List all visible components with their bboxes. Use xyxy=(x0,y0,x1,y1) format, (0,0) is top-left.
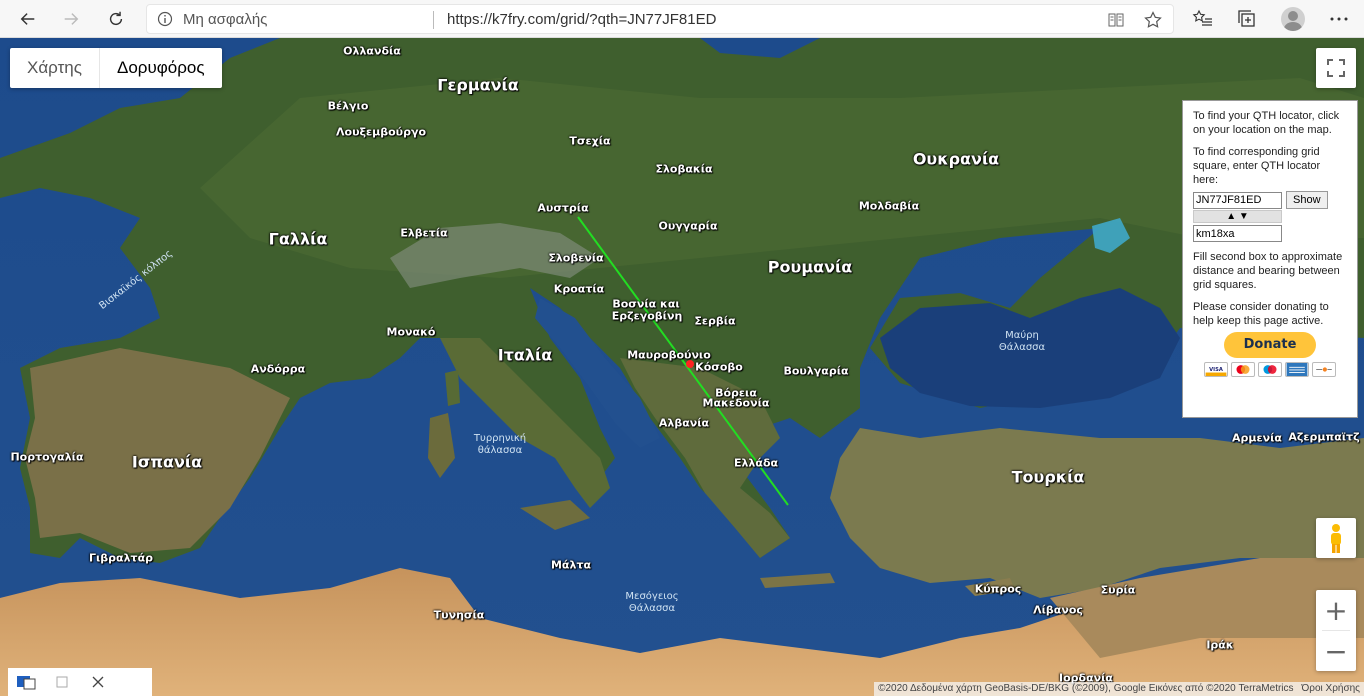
refresh-button[interactable] xyxy=(102,5,130,33)
locator-input-1[interactable] xyxy=(1193,191,1282,209)
map-type-control: Χάρτης Δορυφόρος xyxy=(10,48,222,88)
map-attribution: ©2020 Δεδομένα χάρτη GeoBasis-DE/BKG (©2… xyxy=(874,682,1364,696)
zoom-control: + − xyxy=(1316,590,1356,671)
donation-note: Please consider donating to help keep th… xyxy=(1193,301,1329,327)
terms-link[interactable]: Όροι Χρήσης xyxy=(1302,682,1360,696)
visa-card-text: VISA xyxy=(1209,367,1223,373)
show-button[interactable]: Show xyxy=(1286,191,1328,209)
donate-button[interactable]: Donate xyxy=(1224,332,1316,358)
back-arrow-icon xyxy=(20,13,35,25)
window-thumbnail-icon xyxy=(17,676,36,690)
profile-avatar[interactable] xyxy=(1281,7,1305,31)
location-marker[interactable] xyxy=(686,360,694,368)
zoom-out-button[interactable]: − xyxy=(1316,631,1356,671)
zoom-in-button[interactable]: + xyxy=(1316,590,1356,630)
attribution-text: ©2020 Δεδομένα χάρτη GeoBasis-DE/BKG (©2… xyxy=(878,683,1294,694)
street-view-pegman[interactable] xyxy=(1316,518,1356,558)
fullscreen-icon xyxy=(1327,59,1345,77)
instructions-click: To find your QTH locator, click on your … xyxy=(1193,110,1340,136)
back-button[interactable] xyxy=(14,5,42,33)
payment-cards: VISA xyxy=(1193,362,1347,377)
swap-arrows-button[interactable]: ▲ ▼ xyxy=(1193,210,1282,223)
address-separator xyxy=(433,11,434,29)
discover-icon xyxy=(1312,362,1336,377)
pegman-icon xyxy=(1331,524,1341,553)
forward-arrow-icon xyxy=(64,13,79,25)
visa-card-icon: VISA xyxy=(1204,362,1228,377)
locator-row: Show xyxy=(1193,191,1347,209)
security-status: Μη ασφαλής xyxy=(183,11,268,28)
bearing-line xyxy=(577,216,789,506)
favorite-star-icon[interactable] xyxy=(1143,10,1163,30)
favorites-list-icon[interactable] xyxy=(1192,8,1214,30)
map-type-satellite-button[interactable]: Δορυφόρος xyxy=(98,48,222,88)
locator-input-2[interactable] xyxy=(1193,225,1282,242)
maximize-button[interactable] xyxy=(44,668,80,696)
mastercard-icon xyxy=(1231,362,1255,377)
collections-icon[interactable] xyxy=(1236,8,1258,30)
fullscreen-button[interactable] xyxy=(1316,48,1356,88)
more-options-icon[interactable] xyxy=(1328,8,1350,30)
map-type-map-button[interactable]: Χάρτης xyxy=(10,48,99,88)
refresh-icon xyxy=(109,11,123,26)
info-icon[interactable] xyxy=(157,11,173,27)
immersive-reader-icon[interactable] xyxy=(1107,11,1125,29)
instructions-enter: To find corresponding grid square, enter… xyxy=(1193,146,1321,186)
qth-locator-panel: To find your QTH locator, click on your … xyxy=(1182,100,1358,418)
maestro-icon xyxy=(1258,362,1282,377)
floating-window-bar xyxy=(8,668,152,696)
app-window-button[interactable] xyxy=(8,668,44,696)
close-icon xyxy=(92,676,104,688)
path-overlay xyxy=(577,216,789,506)
close-button[interactable] xyxy=(80,668,116,696)
maximize-icon xyxy=(56,676,68,688)
address-bar[interactable]: Μη ασφαλής https://k7fry.com/grid/?qth=J… xyxy=(146,4,1174,34)
forward-button[interactable] xyxy=(57,5,85,33)
amex-icon xyxy=(1285,362,1309,377)
map-canvas[interactable]: Γερμανία Ουκρανία Γαλλία Ρουμανία Ιταλία Ισπα… xyxy=(0,38,1364,696)
browser-toolbar: Μη ασφαλής https://k7fry.com/grid/?qth=J… xyxy=(0,0,1364,38)
instructions-distance: Fill second box to approximate distance … xyxy=(1193,251,1343,291)
url-text[interactable]: https://k7fry.com/grid/?qth=JN77JF81ED xyxy=(447,11,716,28)
